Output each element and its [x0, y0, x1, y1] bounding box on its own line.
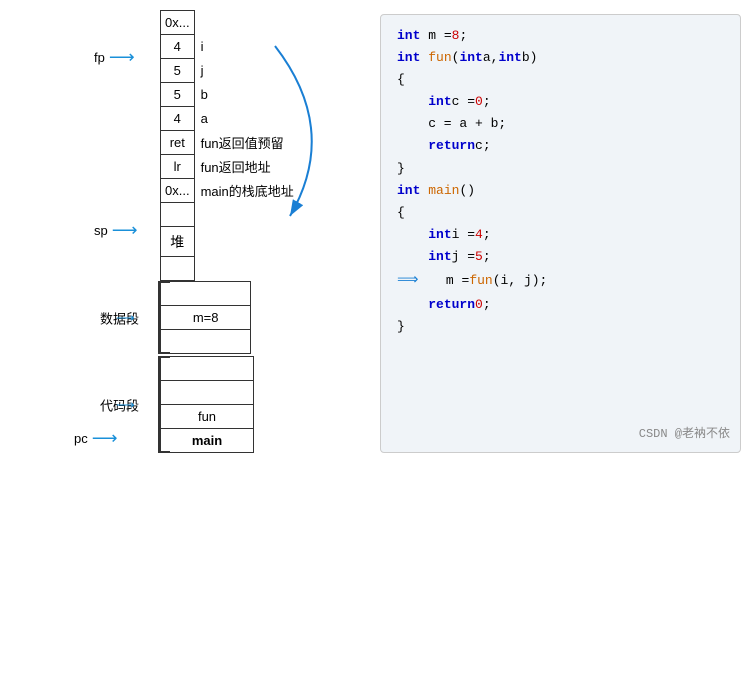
code-line-13: return 0;: [397, 294, 724, 316]
heap-empty-1: [161, 203, 195, 227]
fp-arrow-icon: ⟶: [109, 47, 135, 68]
code-empty-top2: [161, 381, 280, 405]
stack-row-1: 4 i: [161, 35, 299, 59]
cell-lr-label: fun返回地址: [194, 155, 298, 179]
code-line-1: int m = 8;: [397, 25, 724, 47]
code-line-4: int c = 0;: [397, 91, 724, 113]
watermark: CSDN @老衲不依: [639, 424, 730, 444]
code-main-row: main: [161, 429, 280, 453]
cell-4: 4: [161, 35, 195, 59]
cell-fun: fun: [161, 405, 254, 429]
data-empty-top: [161, 282, 280, 306]
code-line-2: int fun(int a,int b): [397, 47, 724, 69]
heap-label-cell: [194, 203, 298, 227]
code-line-6: return c;: [397, 135, 724, 157]
cell-var-i: i: [194, 35, 298, 59]
stack-row-6: lr fun返回地址: [161, 155, 299, 179]
cell-5-j: 5: [161, 59, 195, 83]
code-line-14: }: [397, 316, 724, 338]
cell-sp-label: main的栈底地址: [194, 179, 298, 203]
heap-row-2: 堆: [161, 227, 299, 257]
cell-m8: m=8: [161, 306, 251, 330]
code-empty-top1: [161, 357, 280, 381]
heap-empty-3: [161, 257, 195, 281]
data-empty-bot: [161, 330, 280, 354]
cell-ret-label: fun返回值预留: [194, 131, 298, 155]
cell-0x-top: 0x...: [161, 11, 195, 35]
cell-lr: lr: [161, 155, 195, 179]
stack-row-4: 4 a: [161, 107, 299, 131]
pc-pointer: pc ⟶: [74, 428, 118, 449]
code-line-10: int i = 4;: [397, 224, 724, 246]
fp-label: fp: [94, 50, 105, 65]
stack-row-5: ret fun返回值预留: [161, 131, 299, 155]
code-line-8: int main(): [397, 180, 724, 202]
cell-ret: ret: [161, 131, 195, 155]
current-line-arrow: ⟹: [397, 268, 419, 294]
cell-var-a: a: [194, 107, 298, 131]
code-line-9: {: [397, 202, 724, 224]
cell-label-0: [194, 11, 298, 35]
code-line-11: int j = 5;: [397, 246, 724, 268]
stack-row-0: 0x...: [161, 11, 299, 35]
code-panel: int m = 8; int fun(int a,int b) { int c …: [380, 14, 741, 453]
code-line-12: ⟹ m = fun(i, j);: [397, 268, 724, 294]
pc-label: pc: [74, 431, 88, 446]
cell-var-b: b: [194, 83, 298, 107]
heap-label-cell: 堆: [161, 227, 195, 257]
stack-row-7: 0x... main的栈底地址: [161, 179, 299, 203]
code-fun-row: fun: [161, 405, 280, 429]
heap-row-3: [161, 257, 299, 281]
code-line-3: {: [397, 69, 724, 91]
cell-var-j: j: [194, 59, 298, 83]
sp-arrow-icon: ⟶: [112, 220, 138, 241]
code-line-7: }: [397, 158, 724, 180]
data-m8-row: m=8: [161, 306, 280, 330]
heap-row-1: [161, 203, 299, 227]
cell-4-a: 4: [161, 107, 195, 131]
cell-0x-sp: 0x...: [161, 179, 195, 203]
cell-5-b: 5: [161, 83, 195, 107]
pc-arrow-icon: ⟶: [92, 428, 118, 449]
sp-label: sp: [94, 223, 108, 238]
stack-row-3: 5 b: [161, 83, 299, 107]
stack-row-2: 5 j: [161, 59, 299, 83]
code-line-5: c = a + b;: [397, 113, 724, 135]
cell-main: main: [161, 429, 254, 453]
